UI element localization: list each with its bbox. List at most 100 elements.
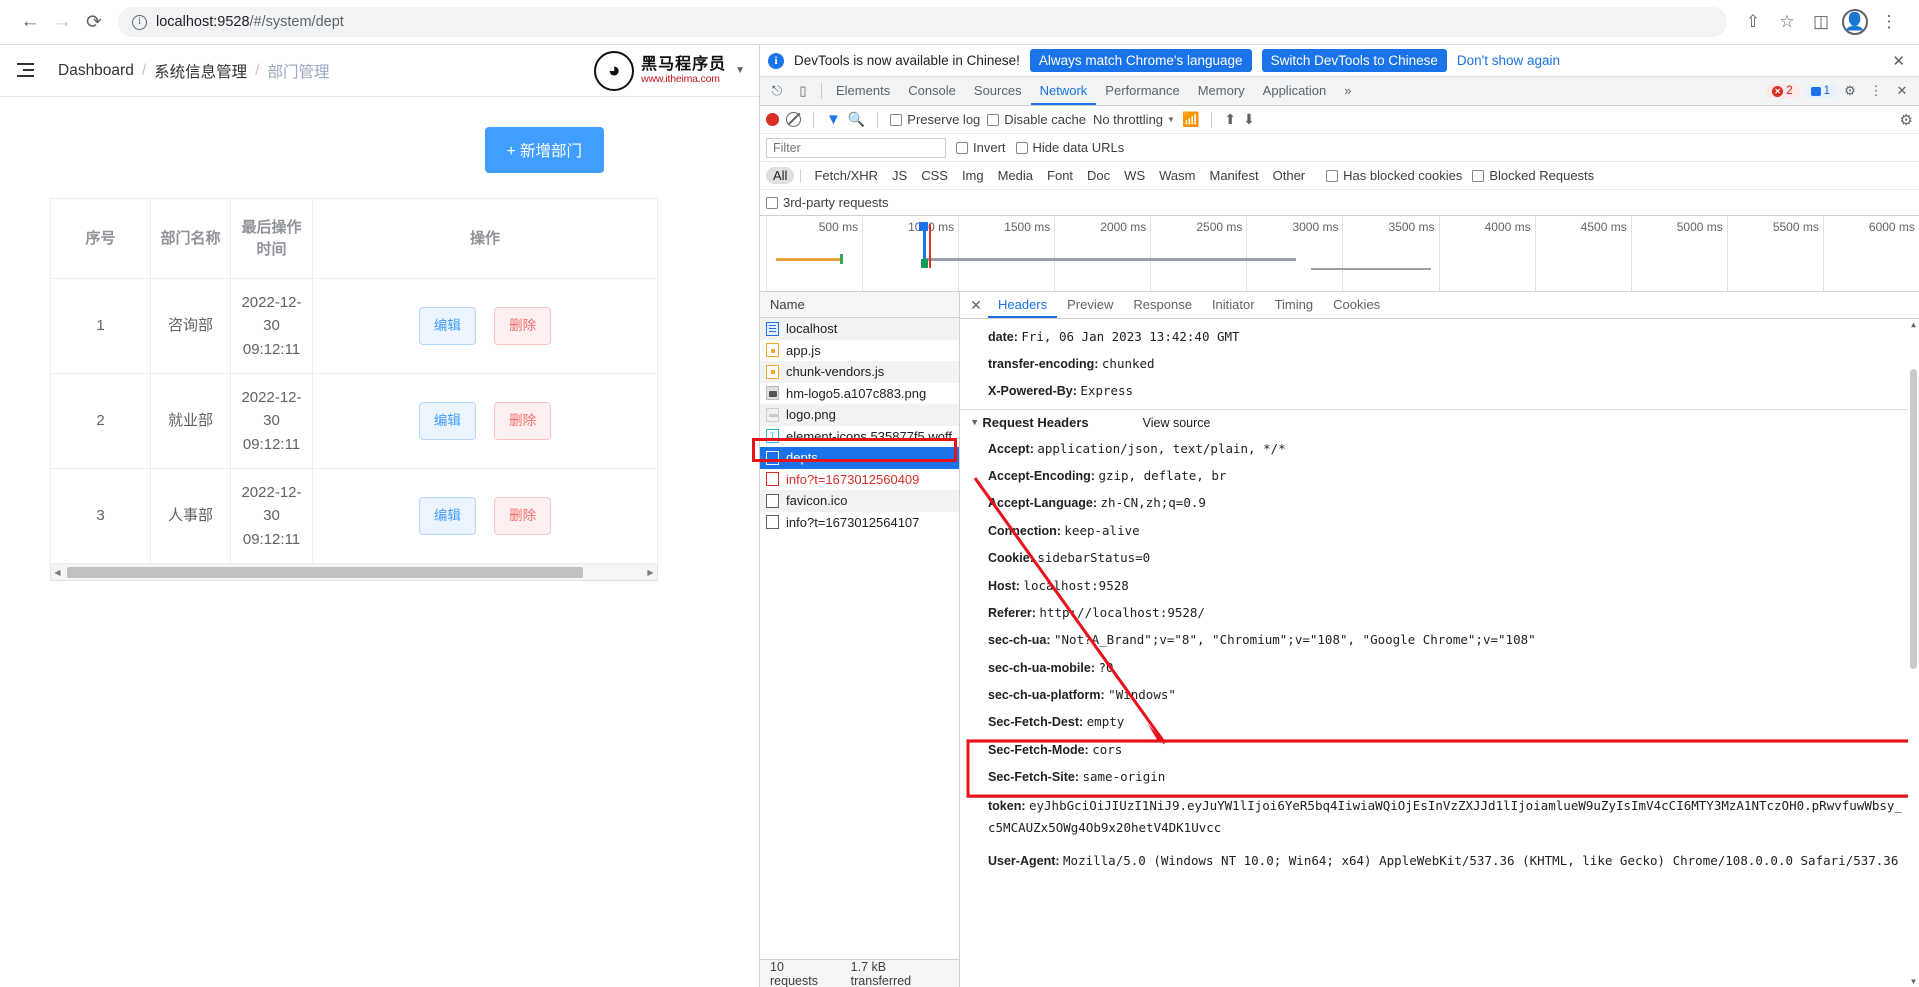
inspect-element-icon[interactable]: ⎋ [764, 79, 790, 103]
throttling-dropdown[interactable]: No throttling ▼ [1093, 112, 1175, 127]
type-filter-other[interactable]: Other [1266, 167, 1313, 184]
invert-checkbox[interactable]: Invert [956, 140, 1006, 155]
request-row-app-js[interactable]: app.js [760, 340, 959, 362]
device-toolbar-icon[interactable]: ▯ [790, 79, 816, 103]
table-horizontal-scrollbar[interactable]: ◀ ▶ [50, 564, 658, 581]
third-party-requests-checkbox[interactable]: 3rd-party requests [766, 195, 889, 210]
collapse-menu-icon[interactable] [14, 61, 36, 81]
filter-input[interactable] [766, 138, 946, 158]
detail-tab-initiator[interactable]: Initiator [1202, 292, 1265, 318]
record-button[interactable] [766, 113, 779, 126]
type-filter-manifest[interactable]: Manifest [1202, 167, 1265, 184]
star-icon[interactable]: ☆ [1771, 6, 1803, 38]
request-row-localhost[interactable]: localhost [760, 318, 959, 340]
preserve-log-checkbox[interactable]: Preserve log [890, 112, 980, 127]
search-icon[interactable]: 🔍 [848, 111, 865, 128]
import-har-icon[interactable]: ⬆ [1224, 111, 1236, 128]
export-har-icon[interactable]: ⬇ [1243, 111, 1255, 128]
add-department-button[interactable]: + 新增部门 [485, 127, 604, 173]
request-row-info-2[interactable]: info?t=1673012564107 [760, 512, 959, 534]
back-arrow-icon[interactable]: ← [14, 6, 46, 38]
triangle-down-icon[interactable]: ▼ [972, 418, 977, 428]
scroll-left-arrow-icon[interactable]: ◀ [51, 568, 64, 577]
request-row-favicon[interactable]: favicon.ico [760, 490, 959, 512]
breadcrumb-item-dashboard[interactable]: Dashboard [58, 62, 134, 80]
type-filter-font[interactable]: Font [1040, 167, 1080, 184]
close-detail-icon[interactable]: ✕ [964, 293, 988, 317]
settings-gear-icon[interactable]: ⚙ [1837, 79, 1863, 103]
scrollbar-thumb[interactable] [67, 567, 583, 578]
checkbox[interactable] [766, 197, 778, 209]
scrollbar-thumb[interactable] [1910, 369, 1917, 669]
checkbox[interactable] [1016, 142, 1028, 154]
view-source-link[interactable]: View source [1143, 416, 1211, 430]
always-match-language-button[interactable]: Always match Chrome's language [1030, 49, 1252, 72]
scroll-down-arrow-icon[interactable]: ▼ [1908, 976, 1919, 987]
tab-performance[interactable]: Performance [1096, 77, 1188, 105]
dont-show-again-link[interactable]: Don't show again [1457, 53, 1560, 68]
tab-network[interactable]: Network [1031, 77, 1097, 105]
type-filter-ws[interactable]: WS [1117, 167, 1152, 184]
type-filter-wasm[interactable]: Wasm [1152, 167, 1202, 184]
chevron-down-icon[interactable]: ▼ [735, 65, 745, 76]
request-row-element-icons-woff[interactable]: T element-icons.535877f5.woff [760, 426, 959, 448]
devtools-menu-icon[interactable]: ⋮ [1863, 79, 1889, 103]
clear-network-log-icon[interactable] [786, 112, 801, 127]
message-count-badge[interactable]: 1 [1804, 84, 1837, 98]
edit-button[interactable]: 编辑 [419, 402, 476, 441]
request-row-info-1[interactable]: info?t=1673012560409 [760, 469, 959, 491]
side-panel-icon[interactable]: ◫ [1805, 6, 1837, 38]
detail-tab-preview[interactable]: Preview [1057, 292, 1123, 318]
hide-data-urls-checkbox[interactable]: Hide data URLs [1016, 140, 1125, 155]
detail-tab-response[interactable]: Response [1123, 292, 1202, 318]
checkbox[interactable] [987, 114, 999, 126]
forward-arrow-icon[interactable]: → [46, 6, 78, 38]
close-icon[interactable]: ✕ [1886, 52, 1911, 70]
tab-sources[interactable]: Sources [965, 77, 1031, 105]
switch-devtools-language-button[interactable]: Switch DevTools to Chinese [1262, 49, 1447, 72]
edit-button[interactable]: 编辑 [419, 307, 476, 346]
checkbox[interactable] [1326, 170, 1338, 182]
tab-console[interactable]: Console [899, 77, 965, 105]
tab-elements[interactable]: Elements [827, 77, 899, 105]
delete-button[interactable]: 删除 [494, 402, 551, 441]
edit-button[interactable]: 编辑 [419, 497, 476, 536]
share-icon[interactable]: ⇧ [1737, 6, 1769, 38]
more-tabs-icon[interactable]: » [1335, 77, 1360, 105]
type-filter-fetch-xhr[interactable]: Fetch/XHR [807, 167, 885, 184]
breadcrumb-item-system[interactable]: 系统信息管理 [154, 60, 247, 82]
type-filter-doc[interactable]: Doc [1080, 167, 1117, 184]
checkbox[interactable] [956, 142, 968, 154]
request-row-hm-logo-png[interactable]: hm-logo5.a107c883.png [760, 383, 959, 405]
checkbox[interactable] [1472, 170, 1484, 182]
has-blocked-cookies-checkbox[interactable]: Has blocked cookies [1326, 168, 1462, 183]
detail-tab-headers[interactable]: Headers [988, 292, 1057, 318]
blocked-requests-checkbox[interactable]: Blocked Requests [1472, 168, 1594, 183]
site-info-icon[interactable]: i [132, 15, 147, 30]
address-bar[interactable]: i localhost:9528/#/system/dept [118, 7, 1727, 37]
disable-cache-checkbox[interactable]: Disable cache [987, 112, 1086, 127]
delete-button[interactable]: 删除 [494, 497, 551, 536]
request-row-logo-png[interactable]: logo.png [760, 404, 959, 426]
profile-avatar-icon[interactable]: 👤 [1839, 6, 1871, 38]
request-row-chunk-vendors-js[interactable]: chunk-vendors.js [760, 361, 959, 383]
network-settings-gear-icon[interactable]: ⚙ [1900, 111, 1913, 129]
checkbox[interactable] [890, 114, 902, 126]
type-filter-css[interactable]: CSS [914, 167, 955, 184]
type-filter-media[interactable]: Media [991, 167, 1040, 184]
network-conditions-icon[interactable]: 📶 [1182, 111, 1199, 128]
close-devtools-icon[interactable]: ✕ [1889, 79, 1915, 103]
tab-memory[interactable]: Memory [1189, 77, 1254, 105]
type-filter-all[interactable]: All [766, 167, 794, 184]
detail-tab-timing[interactable]: Timing [1265, 292, 1324, 318]
scroll-up-arrow-icon[interactable]: ▲ [1908, 319, 1919, 330]
request-headers-section[interactable]: ▼ Request Headers View source [960, 409, 1919, 435]
filter-icon[interactable]: ▼ [826, 111, 841, 128]
type-filter-img[interactable]: Img [955, 167, 991, 184]
scroll-right-arrow-icon[interactable]: ▶ [644, 568, 657, 577]
detail-tab-cookies[interactable]: Cookies [1323, 292, 1390, 318]
network-timeline-overview[interactable]: 500 ms 1000 ms 1500 ms 2000 ms 2500 ms 3… [760, 216, 1919, 292]
error-count-badge[interactable]: ✕ 2 [1765, 84, 1799, 98]
headers-scrollbar[interactable]: ▲ ▼ [1908, 319, 1919, 987]
delete-button[interactable]: 删除 [494, 307, 551, 346]
